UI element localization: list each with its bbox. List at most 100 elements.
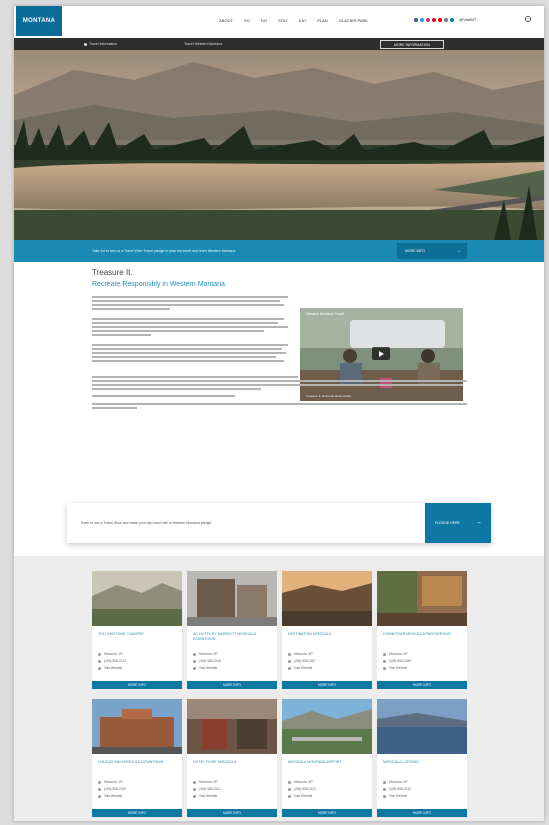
email-icon[interactable] bbox=[444, 17, 448, 22]
partner-card: Missoula Montana Airport Missoula, MT (4… bbox=[282, 699, 372, 817]
partner-more-info-button[interactable]: MORE INFO bbox=[187, 809, 277, 817]
partner-card-image[interactable] bbox=[282, 699, 372, 754]
partner-more-info-button[interactable]: MORE INFO bbox=[92, 809, 182, 817]
partner-card-title[interactable]: Yellowstone Country bbox=[98, 632, 178, 637]
facebook-icon[interactable] bbox=[414, 17, 418, 22]
partner-card-image[interactable] bbox=[187, 571, 277, 626]
partner-card-phone: (406) 555-0188 bbox=[383, 659, 411, 663]
partner-card-phone: (406) 555-0133 bbox=[383, 787, 411, 791]
partner-card-title[interactable]: Holiday Inn Missoula Downtown bbox=[98, 760, 178, 765]
social-handle[interactable]: @VisitMT bbox=[459, 17, 476, 22]
partner-card-website[interactable]: Visit Website bbox=[98, 794, 122, 798]
montana-logo[interactable]: MONTANA bbox=[16, 6, 62, 36]
nav-item-stay[interactable]: Stay bbox=[278, 18, 288, 23]
pinterest-icon[interactable] bbox=[432, 17, 436, 22]
instagram-icon[interactable] bbox=[426, 17, 430, 22]
hero-banner-bar: Take 1st to see us a Travel Wise Travel … bbox=[14, 240, 544, 262]
partner-more-info-button[interactable]: MORE INFO bbox=[377, 809, 467, 817]
arrow-right-icon: → bbox=[456, 248, 461, 254]
video-title: Western Montana Travel bbox=[306, 312, 345, 316]
article-paragraph-6 bbox=[92, 403, 467, 411]
partner-card: Destination Missoula Missoula, MT (406) … bbox=[282, 571, 372, 689]
subbar-label[interactable]: Travel Information bbox=[89, 42, 117, 46]
partner-more-info-button[interactable]: MORE INFO bbox=[282, 681, 372, 689]
partner-card-title[interactable]: AC Hotel by Marriott Missoula Downtown bbox=[193, 632, 273, 642]
info-icon bbox=[84, 43, 87, 46]
article-paragraph-2 bbox=[92, 318, 288, 338]
partner-card: Downtown Missoula Partnership Missoula, … bbox=[377, 571, 467, 689]
article-paragraph-5 bbox=[92, 395, 467, 399]
partner-more-info-button[interactable]: MORE INFO bbox=[92, 681, 182, 689]
article-paragraph-4 bbox=[92, 376, 467, 392]
partner-card: AC Hotel by Marriott Missoula Downtown M… bbox=[187, 571, 277, 689]
partner-card-website[interactable]: Visit Website bbox=[383, 666, 407, 670]
nav-item-eat[interactable]: Eat bbox=[299, 18, 306, 23]
partner-card-title[interactable]: Destination Missoula bbox=[288, 632, 368, 637]
partner-card-image[interactable] bbox=[92, 571, 182, 626]
partner-card-phone: (406) 555-0167 bbox=[288, 659, 316, 663]
partner-card-image[interactable] bbox=[187, 699, 277, 754]
partner-card-title[interactable]: Hotel Fiore Missoula bbox=[193, 760, 273, 765]
partner-card-phone: (406) 555-0199 bbox=[98, 787, 126, 791]
partner-card-website[interactable]: Visit Website bbox=[98, 666, 122, 670]
pledge-button-label: PLEDGE HERE bbox=[435, 521, 460, 525]
partner-card-website[interactable]: Visit Website bbox=[383, 794, 407, 798]
hero-cta-label: MORE INFO bbox=[405, 249, 425, 253]
nav-item-do[interactable]: Do bbox=[261, 18, 267, 23]
partner-card-website[interactable]: Visit Website bbox=[193, 666, 217, 670]
pledge-button[interactable]: PLEDGE HERE → bbox=[425, 503, 491, 543]
partner-card-location: Missoula, MT bbox=[288, 652, 313, 656]
hero-banner-text: Take 1st to see us a Travel Wise Travel … bbox=[92, 249, 236, 253]
partner-card: Missoula Lodging Missoula, MT (406) 555-… bbox=[377, 699, 467, 817]
partner-card-website[interactable]: Visit Website bbox=[288, 794, 312, 798]
top-navigation: MONTANA About Go Do Stay Eat Plan Glacie… bbox=[14, 6, 544, 38]
nav-item-about[interactable]: About bbox=[219, 18, 233, 23]
subbar-text: Travel Western Montana bbox=[184, 42, 223, 46]
partner-card-location: Missoula, MT bbox=[288, 780, 313, 784]
article-paragraph-1 bbox=[92, 296, 288, 312]
partner-more-info-button[interactable]: MORE INFO bbox=[377, 681, 467, 689]
partner-more-info-button[interactable]: MORE INFO bbox=[282, 809, 372, 817]
partner-card: Hotel Fiore Missoula Missoula, MT (406) … bbox=[187, 699, 277, 817]
article-paragraph-3 bbox=[92, 344, 288, 364]
hero-image bbox=[14, 50, 544, 240]
article-title: Treasure It. bbox=[92, 268, 133, 277]
partner-card-location: Missoula, MT bbox=[98, 780, 123, 784]
hero-more-info-button[interactable]: MORE INFO → bbox=[397, 243, 467, 259]
partner-card-location: Missoula, MT bbox=[98, 652, 123, 656]
partner-card-title[interactable]: Downtown Missoula Partnership bbox=[383, 632, 463, 637]
partner-card-title[interactable]: Missoula Lodging bbox=[383, 760, 463, 765]
partner-card-website[interactable]: Visit Website bbox=[193, 794, 217, 798]
partner-card-location: Missoula, MT bbox=[383, 652, 408, 656]
linkedin-icon[interactable] bbox=[450, 17, 454, 22]
pledge-text: Enter to win a Travel Wise and make your… bbox=[81, 521, 212, 525]
partner-card-phone: (406) 555-0123 bbox=[98, 659, 126, 663]
more-information-button[interactable]: MORE INFORMATION bbox=[380, 40, 444, 49]
partner-card: Yellowstone Country Missoula, MT (406) 5… bbox=[92, 571, 182, 689]
arrow-right-icon: → bbox=[475, 519, 482, 526]
secondary-bar: Travel Information Travel Western Montan… bbox=[14, 38, 544, 50]
partner-card-location: Missoula, MT bbox=[383, 780, 408, 784]
page: MONTANA About Go Do Stay Eat Plan Glacie… bbox=[14, 6, 544, 821]
partner-card-location: Missoula, MT bbox=[193, 780, 218, 784]
article-subtitle: Recreate Responsibly in Western Montana bbox=[92, 281, 225, 288]
partner-card-image[interactable] bbox=[92, 699, 182, 754]
twitter-icon[interactable] bbox=[420, 17, 424, 22]
nav-item-glacier[interactable]: Glacier Park bbox=[339, 18, 368, 23]
play-icon[interactable] bbox=[372, 347, 390, 360]
partner-card-image[interactable] bbox=[377, 699, 467, 754]
partner-card-website[interactable]: Visit Website bbox=[288, 666, 312, 670]
partner-card-phone: (406) 555-0145 bbox=[193, 659, 221, 663]
partner-card-image[interactable] bbox=[282, 571, 372, 626]
nav-item-plan[interactable]: Plan bbox=[317, 18, 327, 23]
nav-item-go[interactable]: Go bbox=[244, 18, 250, 23]
partner-card-title[interactable]: Missoula Montana Airport bbox=[288, 760, 368, 765]
partner-card-phone: (406) 555-0122 bbox=[288, 787, 316, 791]
partner-more-info-button[interactable]: MORE INFO bbox=[187, 681, 277, 689]
search-icon[interactable] bbox=[525, 16, 531, 22]
youtube-icon[interactable] bbox=[438, 17, 442, 22]
partner-card-phone: (406) 555-0111 bbox=[193, 787, 220, 791]
partner-card-image[interactable] bbox=[377, 571, 467, 626]
partner-card: Holiday Inn Missoula Downtown Missoula, … bbox=[92, 699, 182, 817]
main-nav: About Go Do Stay Eat Plan Glacier Park bbox=[219, 18, 368, 23]
